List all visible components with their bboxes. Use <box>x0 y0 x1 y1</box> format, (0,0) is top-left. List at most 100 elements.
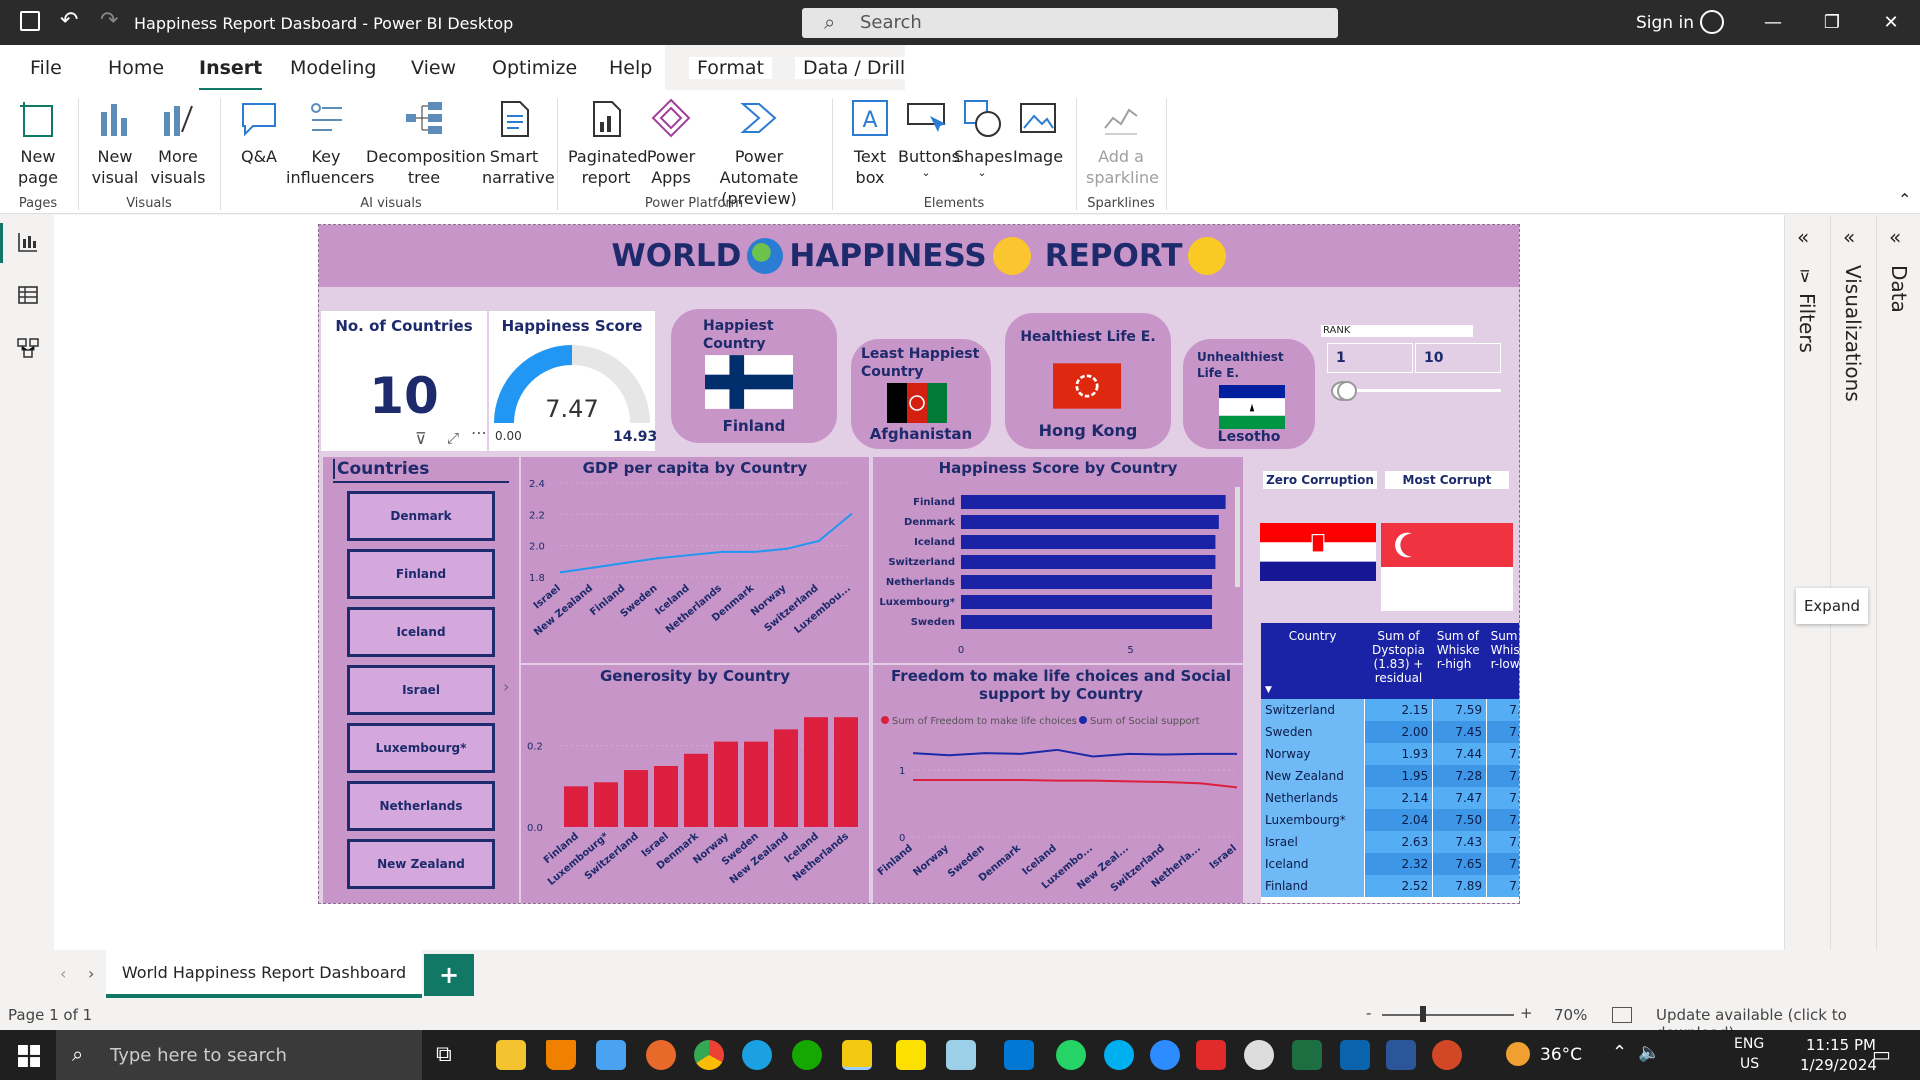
more-visuals-button[interactable]: More visuals <box>148 98 208 188</box>
least-happiest-card[interactable]: Least Happiest Country Afghanistan <box>851 339 991 449</box>
image-button[interactable]: Image <box>1010 98 1066 167</box>
decomposition-tree-button[interactable]: Decomposition tree <box>366 98 486 188</box>
table-row[interactable]: Switzerland2.157.597.44 <box>1261 699 1519 721</box>
notifications-icon[interactable]: ▭ <box>1872 1042 1891 1066</box>
file-explorer-icon[interactable] <box>496 1040 526 1070</box>
slicer-item[interactable]: New Zealand <box>347 839 495 889</box>
collapse-filters-icon[interactable]: « <box>1797 225 1809 249</box>
chevron-right-icon[interactable]: › <box>503 677 509 696</box>
outlook-icon[interactable] <box>1340 1040 1370 1070</box>
menu-data-drill[interactable]: Data / Drill <box>795 57 914 79</box>
edge-icon[interactable] <box>742 1040 772 1070</box>
gdp-chart[interactable]: GDP per capita by Country 1.8 2.0 2.2 2.4 Is… <box>521 457 869 663</box>
app-icon[interactable] <box>646 1040 676 1070</box>
key-influencers-button[interactable]: Key influencers <box>286 98 374 188</box>
upwork-icon[interactable] <box>792 1040 822 1070</box>
sign-in-link[interactable]: Sign in <box>1636 13 1694 33</box>
zoom-icon[interactable] <box>1150 1040 1180 1070</box>
rank-slicer[interactable]: RANK 1 10 <box>1321 325 1501 415</box>
restore-button[interactable]: ❐ <box>1803 0 1861 45</box>
excel-icon[interactable] <box>1292 1040 1322 1070</box>
collapse-data-icon[interactable]: « <box>1889 225 1901 249</box>
power-apps-button[interactable]: Power Apps <box>644 98 698 188</box>
menu-format[interactable]: Format <box>689 57 772 79</box>
app-icon[interactable] <box>946 1040 976 1070</box>
data-pane[interactable]: « Data <box>1876 215 1920 950</box>
menu-home[interactable]: Home <box>108 57 164 79</box>
table-header-dystopia[interactable]: Sum of Dystopia (1.83) + residual <box>1364 623 1432 699</box>
undo-icon[interactable]: ↶ <box>60 8 78 33</box>
save-icon[interactable] <box>20 11 40 31</box>
clock-time[interactable]: 11:15 PM <box>1806 1036 1876 1054</box>
happiest-card[interactable]: Happiest Country Finland <box>671 309 837 443</box>
kpi-countries-card[interactable]: No. of Countries 10 ⊽ ⤢ ⋯ <box>321 311 487 451</box>
shapes-button[interactable]: Shapes ⌄ <box>954 98 1012 179</box>
paginated-report-button[interactable]: Paginated report <box>568 98 648 188</box>
visualizations-pane[interactable]: « Visualizations <box>1830 215 1876 950</box>
tray-chevron-icon[interactable]: ⌃ <box>1612 1042 1627 1063</box>
windows-start-icon[interactable] <box>18 1045 40 1067</box>
slicer-item[interactable]: Luxembourg* <box>347 723 495 773</box>
region-indicator[interactable]: US <box>1740 1056 1759 1072</box>
clock-app-icon[interactable] <box>1244 1040 1274 1070</box>
data-table[interactable]: Country Sum of Dystopia (1.83) + residua… <box>1261 623 1519 903</box>
filter-icon[interactable]: ⊽ <box>415 429 427 448</box>
model-view-icon[interactable] <box>16 336 40 360</box>
table-row[interactable]: Iceland2.327.657.46 <box>1261 853 1519 875</box>
buttons-button[interactable]: Buttons ⌄ <box>898 98 960 179</box>
menu-help[interactable]: Help <box>609 57 652 79</box>
vlc-icon[interactable] <box>546 1040 576 1070</box>
kpi-score-card[interactable]: Happiness Score 7.47 0.00 14.93 <box>489 311 657 451</box>
add-sparkline-button[interactable]: Add a sparkline <box>1086 98 1159 188</box>
table-row[interactable]: Israel2.637.437.30 <box>1261 831 1519 853</box>
table-view-icon[interactable] <box>16 283 40 307</box>
slicer-item[interactable]: Finland <box>347 549 495 599</box>
close-button[interactable]: ✕ <box>1862 0 1920 45</box>
chrome-icon[interactable] <box>694 1040 724 1070</box>
table-row[interactable]: Netherlands2.147.477.36 <box>1261 787 1519 809</box>
happiness-chart[interactable]: Happiness Score by Country Finland Denmar… <box>873 457 1243 663</box>
menu-view[interactable]: View <box>411 57 456 79</box>
rank-slider-handle-max[interactable] <box>1337 381 1357 401</box>
text-box-button[interactable]: A Text box <box>842 98 898 188</box>
menu-file[interactable]: File <box>30 57 62 79</box>
rank-from-input[interactable]: 1 <box>1327 343 1413 373</box>
power-automate-button[interactable]: Power Automate (preview) <box>698 98 820 209</box>
table-header-whisker-high[interactable]: Sum of Whisker-high <box>1433 623 1487 699</box>
table-row[interactable]: Luxembourg*2.047.507.37 <box>1261 809 1519 831</box>
slicer-item[interactable]: Israel <box>347 665 495 715</box>
table-row[interactable]: New Zealand1.957.287.12 <box>1261 765 1519 787</box>
skype-icon[interactable] <box>1104 1040 1134 1070</box>
slicer-item[interactable]: Netherlands <box>347 781 495 831</box>
smart-narrative-button[interactable]: Smart narrative <box>482 98 555 188</box>
store-icon[interactable] <box>596 1040 626 1070</box>
tab-prev-icon[interactable]: ‹ <box>60 964 66 983</box>
table-row[interactable]: Finland2.527.897.76 <box>1261 875 1519 897</box>
table-row[interactable]: Sweden2.007.457.32 <box>1261 721 1519 743</box>
tab-next-icon[interactable]: › <box>88 964 94 983</box>
taskbar-search[interactable]: ⌕ Type here to search <box>56 1030 422 1080</box>
minimize-button[interactable]: — <box>1744 0 1802 45</box>
azure-icon[interactable] <box>1004 1040 1034 1070</box>
sticky-notes-icon[interactable] <box>896 1040 926 1070</box>
redo-icon[interactable]: ↷ <box>100 8 118 33</box>
table-header-country[interactable]: Country <box>1261 623 1364 699</box>
report-view-icon[interactable] <box>16 230 40 254</box>
language-indicator[interactable]: ENG <box>1734 1036 1764 1052</box>
zoom-in-button[interactable]: + <box>1520 1004 1533 1022</box>
slicer-item[interactable]: Denmark <box>347 491 495 541</box>
filters-pane[interactable]: « ⊽ Filters <box>1784 215 1830 950</box>
zoom-slider[interactable] <box>1382 1014 1514 1016</box>
more-options-icon[interactable]: ⋯ <box>471 423 487 442</box>
whatsapp-icon[interactable] <box>1056 1040 1086 1070</box>
power-bi-icon[interactable] <box>842 1040 872 1070</box>
qa-button[interactable]: Q&A <box>236 98 282 167</box>
healthiest-card[interactable]: Healthiest Life E. Hong Kong <box>1005 313 1171 449</box>
page-tab-active[interactable]: World Happiness Report Dashboard <box>106 950 422 998</box>
collapse-ribbon-icon[interactable]: ⌃ <box>1898 190 1911 209</box>
rank-to-input[interactable]: 10 <box>1415 343 1501 373</box>
search-box[interactable]: ⌕ Search <box>802 8 1338 38</box>
menu-modeling[interactable]: Modeling <box>290 57 376 79</box>
slicer-item[interactable]: Iceland <box>347 607 495 657</box>
word-icon[interactable] <box>1386 1040 1416 1070</box>
